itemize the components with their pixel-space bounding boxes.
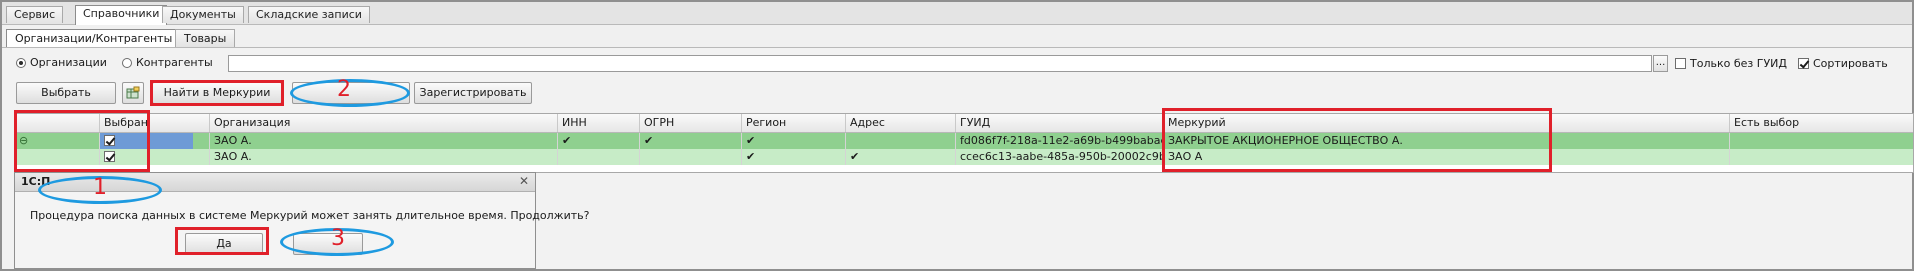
tab-goods[interactable]: Товары [175, 29, 236, 47]
only-without-guid-label: Только без ГУИД [1690, 57, 1787, 70]
search-input[interactable] [228, 55, 1652, 72]
guid-cell: ccec6c13-aabe-485a-950b-20002c9b [955, 149, 1163, 165]
organizations-table: Выбран Организация ИНН ОГРН Регион Адрес… [14, 113, 1914, 173]
main-tab-bar: Сервис Справочники Документы Складские з… [2, 2, 1912, 25]
settings-button[interactable] [122, 82, 144, 104]
annotation-box-selected [14, 110, 150, 172]
col-address[interactable]: Адрес [845, 114, 955, 132]
select-button[interactable]: Выбрать [16, 82, 116, 104]
tab-references[interactable]: Справочники [75, 5, 168, 25]
tab-service[interactable]: Сервис [6, 6, 64, 23]
annotation-box-yes [175, 227, 269, 255]
toolbar: Выбрать Найти в Меркурии Зарегистрироват… [2, 80, 1912, 106]
guid-cell: fd086f7f-218a-11e2-a69b-b499babae [955, 133, 1163, 149]
sort-label: Сортировать [1813, 57, 1888, 70]
tab-documents[interactable]: Документы [162, 6, 244, 23]
radio-organizations-label: Организации [30, 56, 107, 69]
ogrn-check-icon: ✔ [639, 133, 741, 149]
table-header: Выбран Организация ИНН ОГРН Регион Адрес… [15, 114, 1913, 133]
radio-organizations[interactable]: Организации [16, 56, 107, 69]
col-has-choice[interactable]: Есть выбор [1729, 114, 1913, 132]
table-settings-icon [126, 86, 140, 99]
only-without-guid-checkbox[interactable]: Только без ГУИД [1675, 57, 1787, 70]
organization-cell: ЗАО А. [209, 149, 563, 165]
register-button[interactable]: Зарегистрировать [414, 82, 532, 104]
sub-tab-bar: Организации/Контрагенты Товары [2, 25, 1912, 48]
table-row[interactable]: ЗАО А. ✔ ✔ ccec6c13-aabe-485a-950b-20002… [15, 149, 1913, 165]
region-check-icon: ✔ [741, 133, 845, 149]
col-ogrn[interactable]: ОГРН [639, 114, 741, 132]
inn-check-icon: ✔ [557, 133, 639, 149]
sort-checkbox[interactable]: Сортировать [1798, 57, 1888, 70]
radio-contractors[interactable]: Контрагенты [122, 56, 213, 69]
address-cell [845, 133, 955, 149]
col-guid[interactable]: ГУИД [955, 114, 1163, 132]
annotation-number-3: 3 [331, 226, 345, 251]
select-dots-button[interactable]: ... [1653, 55, 1668, 72]
annotation-box-mercury [1162, 108, 1552, 172]
filter-row: Организации Контрагенты ... Только без Г… [2, 50, 1912, 74]
annotation-box-find-mercury [150, 80, 284, 106]
close-icon[interactable]: ✕ [519, 174, 529, 188]
col-region[interactable]: Регион [741, 114, 845, 132]
address-check-icon: ✔ [845, 149, 955, 165]
has-choice-cell [1729, 133, 1913, 149]
tab-warehouse-records[interactable]: Складские записи [248, 6, 370, 23]
col-inn[interactable]: ИНН [557, 114, 639, 132]
col-organization[interactable]: Организация [209, 114, 563, 132]
ogrn-cell [639, 149, 741, 165]
dialog-message: Процедура поиска данных в системе Меркур… [30, 209, 590, 222]
checkbox-unchecked-icon [1675, 58, 1686, 69]
checkbox-checked-icon [1798, 58, 1809, 69]
annotation-number-2: 2 [337, 77, 351, 102]
organization-cell: ЗАО А. [209, 133, 563, 149]
radio-contractors-label: Контрагенты [136, 56, 213, 69]
has-choice-cell [1729, 149, 1913, 165]
inn-cell [557, 149, 639, 165]
radio-unselected-icon [122, 57, 132, 68]
table-row[interactable]: ⊖ ЗАО А. ✔ ✔ ✔ fd086f7f-218a-11e2-a69b-b… [15, 133, 1913, 149]
radio-selected-icon [16, 57, 26, 68]
tab-organizations-contractors[interactable]: Организации/Контрагенты [6, 29, 182, 47]
annotation-number-1: 1 [93, 175, 107, 200]
region-check-icon: ✔ [741, 149, 845, 165]
